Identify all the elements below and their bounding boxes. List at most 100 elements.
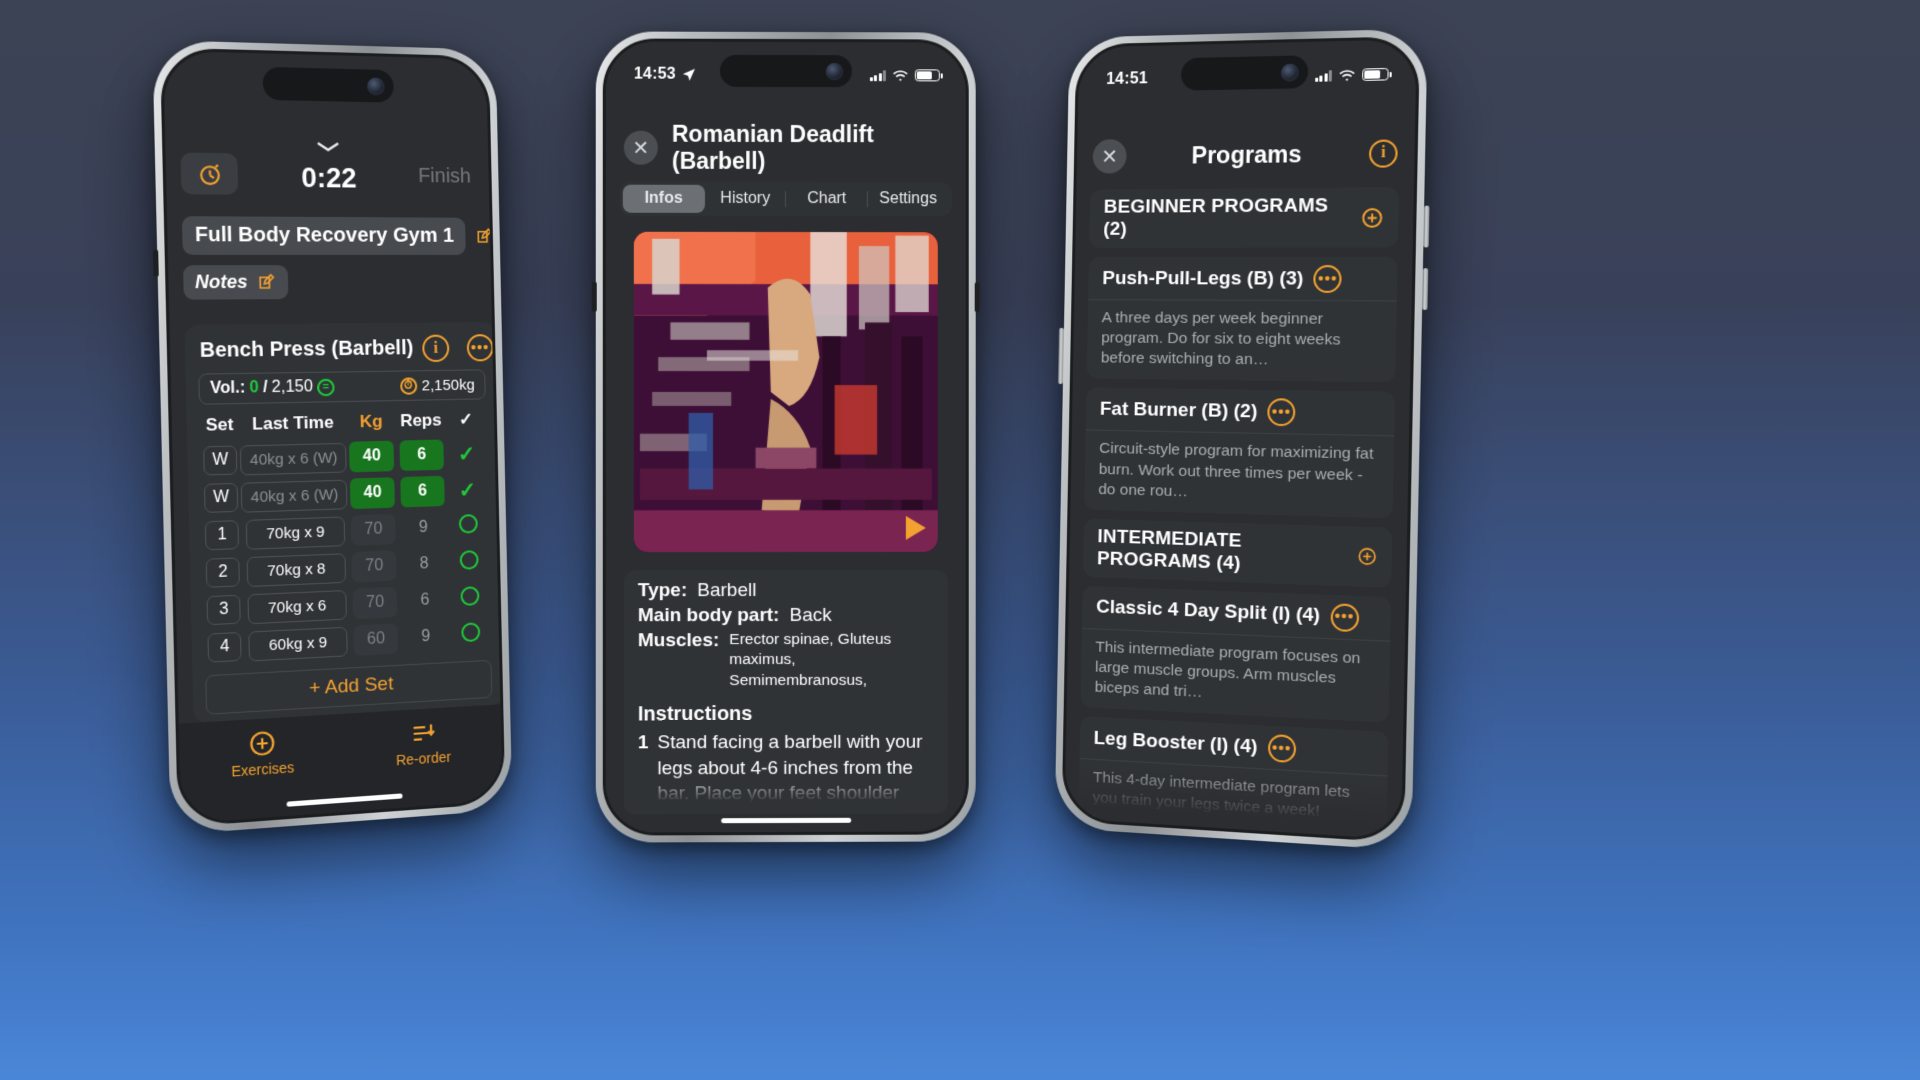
phone2-side-button[interactable] [591,281,597,312]
circle-icon[interactable] [459,550,479,570]
set-number-cell[interactable]: 4 [204,628,245,667]
circle-icon[interactable] [461,622,481,643]
check-icon[interactable]: ✓ [459,478,477,502]
plus-circle-icon[interactable] [1360,205,1384,229]
type-value: Barbell [697,580,757,602]
programs-list[interactable]: BEGINNER PROGRAMS (2) Push-Pull-Legs (B) … [1078,187,1400,839]
last-time-cell: 70kg x 6 [243,586,350,628]
program-description: Circuit-style program for maximizing fat… [1084,429,1395,519]
status-time: 14:53 [633,65,676,83]
stopwatch-icon[interactable] [458,335,459,360]
status-time: 14:51 [1105,70,1149,89]
cellular-signal-icon [1314,69,1332,82]
tab-settings[interactable]: Settings [867,185,948,213]
more-options-icon[interactable]: ••• [1330,603,1359,633]
reps-cell[interactable]: 6 [397,473,447,511]
program-card[interactable]: Fat Burner (B) (2) ••• Circuit-style progr… [1084,387,1396,519]
bottom-tab-bar: Exercises Re-order [178,704,503,824]
sets-table: Set Last Time Kg Reps ✓ W 40kg x 6 (W) 40 6 ✓ W 40… [199,403,491,667]
set-complete-cell[interactable] [448,508,489,546]
tab-infos[interactable]: Infos [622,184,705,213]
set-number-cell[interactable]: W [200,441,241,479]
last-time-cell: 40kg x 6 (W) [241,476,348,516]
edit-title-icon[interactable] [475,227,494,246]
program-title: Leg Booster (I) (4) [1093,727,1258,758]
reps-cell[interactable]: 6 [400,581,450,620]
check-icon[interactable]: ✓ [458,442,476,466]
program-card[interactable]: Classic 4 Day Split (I) (4) ••• This inter… [1080,585,1392,723]
more-options-icon[interactable]: ••• [466,334,494,362]
weight-cell[interactable]: 70 [349,547,400,586]
cellular-signal-icon [869,69,886,81]
program-title: Fat Burner (B) (2) [1099,398,1258,423]
sets-column-header: Set [205,414,234,435]
phone2-power-button[interactable] [974,282,980,313]
more-options-icon[interactable]: ••• [1267,734,1296,764]
page-title: Programs [1191,140,1302,169]
phone1-side-button[interactable] [152,249,159,277]
set-complete-cell[interactable]: ✓ [447,471,488,508]
exercise-name[interactable]: Bench Press (Barbell) [200,337,414,363]
phone3-volume-down-button[interactable] [1422,268,1429,310]
location-arrow-icon [682,68,695,81]
notes-button[interactable]: Notes [183,265,289,300]
workout-title[interactable]: Full Body Recovery Gym 1 [181,216,467,255]
info-icon[interactable]: i [1368,138,1398,168]
set-complete-cell[interactable] [450,616,491,654]
info-icon[interactable]: i [421,334,450,363]
set-complete-cell[interactable] [448,544,489,582]
body-part-label: Main body part: [637,605,780,627]
set-complete-cell[interactable]: ✓ [446,435,487,472]
battery-icon [1362,67,1389,81]
tab-chart[interactable]: Chart [786,185,867,213]
muscles-label: Muscles: [637,630,720,652]
weight-cell[interactable]: 70 [348,511,399,549]
program-title: Push-Pull-Legs (B) (3) [1102,267,1304,290]
reps-cell[interactable]: 8 [399,545,449,583]
circle-icon[interactable] [460,586,480,607]
phone3-power-button[interactable] [1058,327,1064,385]
dynamic-island [262,66,394,103]
close-icon[interactable]: ✕ [623,130,658,165]
program-description: A three days per week beginner program. … [1086,299,1397,383]
edit-notes-icon[interactable] [257,272,277,292]
home-indicator [721,817,851,824]
set-number-cell[interactable]: 2 [202,553,243,592]
last-time-cell: 60kg x 9 [244,622,351,664]
weight-cell[interactable]: 70 [350,584,401,623]
exercise-video-thumbnail[interactable] [633,231,938,553]
play-icon[interactable] [905,515,926,540]
weight-cell[interactable]: 60 [350,620,401,659]
reps-cell[interactable]: 9 [398,509,448,547]
weight-cell[interactable]: 40 [346,438,397,476]
program-card[interactable]: Push-Pull-Legs (B) (3) ••• A three days pe… [1086,256,1398,383]
elapsed-time-area[interactable]: 0:22 [237,161,418,195]
phone3-volume-up-button[interactable] [1423,205,1430,248]
volume-bar: Vol.: 0 / 2,150 = ⏱ 2,150kg [198,369,486,405]
tab-reorder[interactable]: Re-order [343,714,501,772]
tab-exercises-label: Exercises [231,758,295,780]
finish-button[interactable]: Finish [418,164,475,188]
set-complete-cell[interactable] [449,580,490,618]
set-number-cell[interactable]: W [201,479,242,518]
set-number-cell[interactable]: 1 [202,516,243,555]
rest-timer-button[interactable] [180,152,239,195]
info-row-type: Type: Barbell [638,580,934,602]
close-icon[interactable]: ✕ [1092,139,1127,174]
detail-tabs: Infos History Chart Settings [619,181,952,217]
tab-exercises[interactable]: Exercises [179,724,344,783]
reps-cell[interactable]: 9 [401,618,451,657]
phone1-screen: 0:22 Finish Full Body Recovery Gym 1 Not… [163,50,503,824]
set-number-cell[interactable]: 3 [203,590,244,629]
circle-icon[interactable] [458,513,478,534]
plus-circle-icon[interactable] [1357,545,1378,569]
weight-cell[interactable]: 40 [347,474,398,512]
more-options-icon[interactable]: ••• [1267,398,1296,427]
section-title: BEGINNER PROGRAMS (2) [1103,194,1329,240]
tab-history[interactable]: History [704,185,786,213]
volume-right-value: 2,150kg [421,375,475,394]
chevron-down-icon[interactable] [315,139,342,152]
reps-cell[interactable]: 6 [396,436,446,474]
more-options-icon[interactable]: ••• [1313,265,1343,293]
elapsed-time: 0:22 [301,161,357,194]
